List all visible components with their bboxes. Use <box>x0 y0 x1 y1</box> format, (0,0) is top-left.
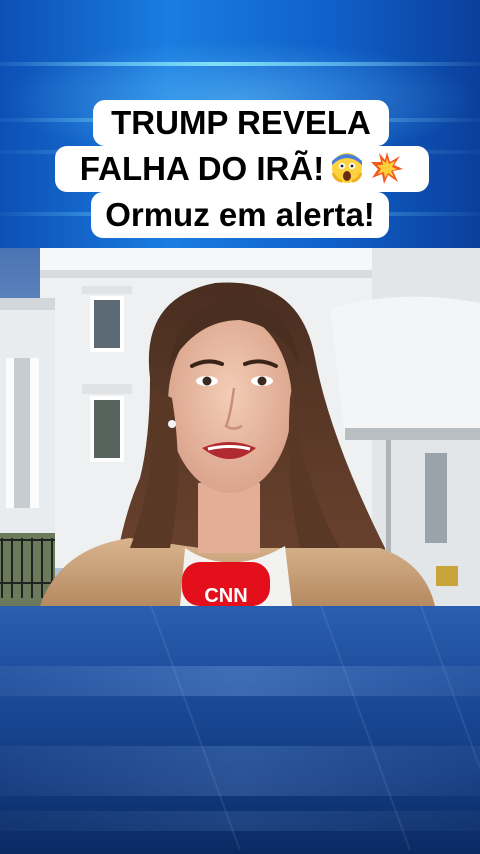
headline-line-1: TRUMP REVELA <box>93 100 389 146</box>
screaming-face-emoji-icon <box>331 153 363 183</box>
short-video-frame[interactable]: TRUMP REVELA FALHA DO IRÃ! Ormuz em aler… <box>0 0 480 854</box>
cnn-microphone-logo: CNN <box>204 585 247 606</box>
news-video-scene: CNN <box>0 248 480 606</box>
bottom-blue-backdrop <box>0 605 480 854</box>
headline-line-2-text: FALHA DO IRÃ! <box>79 150 325 187</box>
headline-line-3: Ormuz em alerta! <box>91 192 389 238</box>
headline-line-2: FALHA DO IRÃ! <box>55 146 429 192</box>
collision-emoji-icon <box>371 152 404 184</box>
news-video[interactable]: CNN <box>0 248 480 606</box>
